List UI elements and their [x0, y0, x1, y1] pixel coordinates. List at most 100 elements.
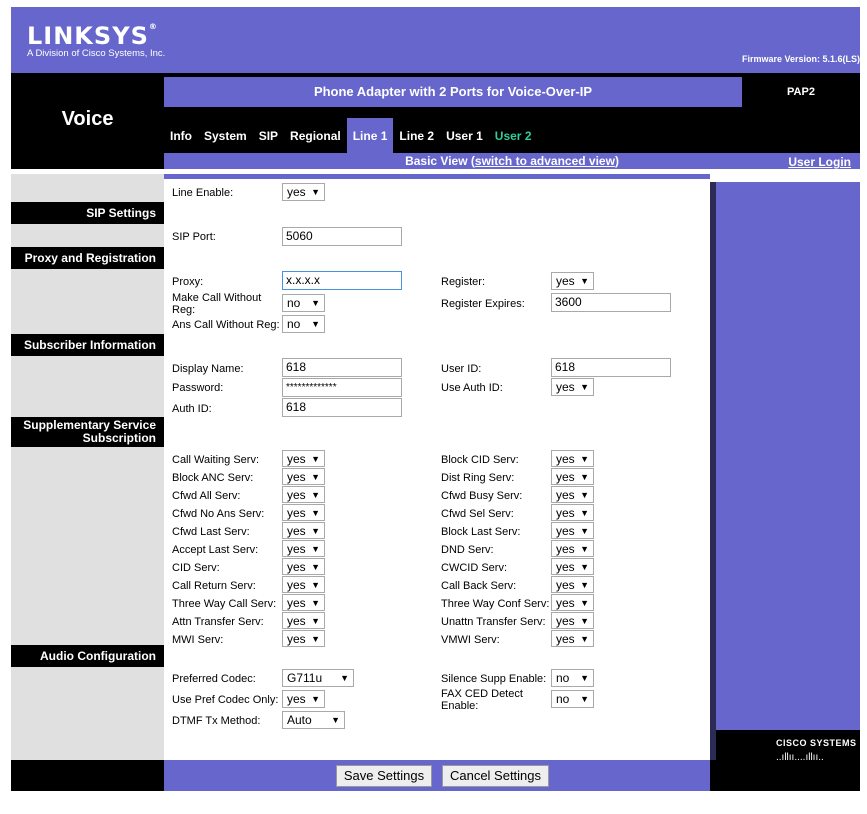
cwcid-serv-select[interactable]: yes ▼ [551, 558, 594, 575]
user-login-link[interactable]: User Login [788, 154, 851, 170]
three-way-call-serv-select[interactable]: yes ▼ [282, 594, 325, 611]
cfwd-last-serv-select[interactable]: yes ▼ [282, 522, 325, 539]
cfwd-all-serv-select[interactable]: yes ▼ [282, 486, 325, 503]
cfwd-busy-serv-label: Cfwd Busy Serv: [441, 490, 523, 502]
use-auth-id-label: Use Auth ID: [441, 382, 503, 394]
cisco-logo: CISCO SYSTEMS [776, 738, 857, 748]
save-settings-button[interactable]: Save Settings [336, 765, 432, 787]
proxy-input[interactable]: x.x.x.x [282, 271, 402, 290]
register-select[interactable]: yes ▼ [551, 272, 594, 290]
cfwd-no-ans-serv-label: Cfwd No Ans Serv: [172, 508, 265, 520]
dnd-serv-label: DND Serv: [441, 544, 494, 556]
firmware-version: Firmware Version: 5.1.6(LS) [741, 54, 860, 64]
make-call-select[interactable]: no ▼ [282, 294, 325, 312]
mwi-serv-label: MWI Serv: [172, 634, 224, 646]
call-back-serv-label: Call Back Serv: [441, 580, 517, 592]
tab-line-2[interactable]: Line 2 [393, 118, 440, 154]
section-audio-config: Audio Configuration [11, 645, 164, 667]
cfwd-busy-serv-select[interactable]: yes ▼ [551, 486, 594, 503]
cwcid-serv-label: CWCID Serv: [441, 562, 507, 574]
three-way-conf-serv-label: Three Way Conf Serv: [441, 598, 550, 610]
tab-bar: Info System SIP Regional Line 1 Line 2 U… [164, 118, 538, 154]
attn-transfer-serv-select[interactable]: yes ▼ [282, 612, 325, 629]
section-supplementary: Supplementary Service Subscription [11, 417, 164, 447]
call-waiting-serv-select[interactable]: yes ▼ [282, 450, 325, 467]
right-panel [710, 182, 860, 760]
vmwi-serv-label: VMWI Serv: [441, 634, 500, 646]
use-pref-codec-label: Use Pref Codec Only: [172, 694, 279, 706]
cfwd-sel-serv-select[interactable]: yes ▼ [551, 504, 594, 521]
line-enable-select[interactable]: yes ▼ [282, 183, 325, 201]
tab-system[interactable]: System [198, 118, 253, 154]
ans-call-label: Ans Call Without Reg: [172, 319, 280, 331]
dtmf-select[interactable]: Auto ▼ [282, 711, 345, 729]
block-anc-serv-select[interactable]: yes ▼ [282, 468, 325, 485]
silence-supp-select[interactable]: no ▼ [551, 669, 594, 687]
advanced-view-link[interactable]: switch to advanced view [475, 154, 615, 168]
proxy-label: Proxy: [172, 276, 204, 288]
use-auth-id-select[interactable]: yes ▼ [551, 378, 594, 396]
product-banner: Phone Adapter with 2 Ports for Voice-Ove… [164, 77, 742, 107]
display-name-input[interactable]: 618 [282, 358, 402, 377]
auth-id-label: Auth ID: [172, 403, 212, 415]
three-way-conf-serv-select[interactable]: yes ▼ [551, 594, 594, 611]
cfwd-sel-serv-label: Cfwd Sel Serv: [441, 508, 514, 520]
block-anc-serv-label: Block ANC Serv: [172, 472, 254, 484]
mwi-serv-select[interactable]: yes ▼ [282, 630, 325, 647]
unattn-transfer-serv-label: Unattn Transfer Serv: [441, 616, 546, 628]
sip-port-label: SIP Port: [172, 231, 216, 243]
dtmf-label: DTMF Tx Method: [172, 715, 261, 727]
section-subscriber-info: Subscriber Information [11, 334, 164, 356]
block-cid-serv-select[interactable]: yes ▼ [551, 450, 594, 467]
silence-supp-label: Silence Supp Enable: [441, 673, 547, 685]
preferred-codec-select[interactable]: G711u ▼ [282, 669, 354, 687]
tab-user-2[interactable]: User 2 [489, 118, 538, 154]
tab-regional[interactable]: Regional [284, 118, 347, 154]
tab-user-1[interactable]: User 1 [440, 118, 489, 154]
unattn-transfer-serv-select[interactable]: yes ▼ [551, 612, 594, 629]
cid-serv-select[interactable]: yes ▼ [282, 558, 325, 575]
ans-call-select[interactable]: no ▼ [282, 315, 325, 333]
dist-ring-serv-label: Dist Ring Serv: [441, 472, 515, 484]
cfwd-last-serv-label: Cfwd Last Serv: [172, 526, 250, 538]
cfwd-all-serv-label: Cfwd All Serv: [172, 490, 241, 502]
password-input[interactable]: ************* [282, 378, 402, 397]
password-label: Password: [172, 382, 224, 394]
register-expires-label: Register Expires: [441, 298, 525, 310]
view-mode: Basic View (switch to advanced view) [405, 154, 619, 168]
section-sip-settings: SIP Settings [11, 202, 164, 224]
user-id-label: User ID: [441, 363, 482, 375]
call-return-serv-label: Call Return Serv: [172, 580, 256, 592]
cfwd-no-ans-serv-select[interactable]: yes ▼ [282, 504, 325, 521]
tab-info[interactable]: Info [164, 118, 198, 154]
tab-line-1[interactable]: Line 1 [346, 118, 394, 154]
display-name-label: Display Name: [172, 363, 244, 375]
fax-ced-select[interactable]: no ▼ [551, 690, 594, 708]
use-pref-codec-select[interactable]: yes ▼ [282, 690, 325, 708]
user-id-input[interactable]: 618 [551, 358, 671, 377]
call-back-serv-select[interactable]: yes ▼ [551, 576, 594, 593]
fax-ced-label: FAX CED Detect Enable: [441, 688, 523, 712]
linksys-logo: LINKSYS® [27, 22, 158, 50]
block-last-serv-label: Block Last Serv: [441, 526, 521, 538]
button-bar [164, 760, 710, 791]
call-return-serv-select[interactable]: yes ▼ [282, 576, 325, 593]
model-name: PAP2 [787, 86, 815, 98]
auth-id-input[interactable]: 618 [282, 398, 402, 417]
cancel-settings-button[interactable]: Cancel Settings [442, 765, 549, 787]
logo-subtitle: A Division of Cisco Systems, Inc. [27, 48, 166, 59]
sip-port-input[interactable]: 5060 [282, 227, 402, 246]
accept-last-serv-label: Accept Last Serv: [172, 544, 259, 556]
line-enable-label: Line Enable: [172, 187, 234, 199]
dnd-serv-select[interactable]: yes ▼ [551, 540, 594, 557]
vmwi-serv-select[interactable]: yes ▼ [551, 630, 594, 647]
accept-last-serv-select[interactable]: yes ▼ [282, 540, 325, 557]
attn-transfer-serv-label: Attn Transfer Serv: [172, 616, 264, 628]
call-waiting-serv-label: Call Waiting Serv: [172, 454, 260, 466]
tab-sip[interactable]: SIP [253, 118, 284, 154]
block-last-serv-select[interactable]: yes ▼ [551, 522, 594, 539]
cid-serv-label: CID Serv: [172, 562, 220, 574]
section-proxy-registration: Proxy and Registration [11, 247, 164, 269]
dist-ring-serv-select[interactable]: yes ▼ [551, 468, 594, 485]
register-expires-input[interactable]: 3600 [551, 293, 671, 312]
